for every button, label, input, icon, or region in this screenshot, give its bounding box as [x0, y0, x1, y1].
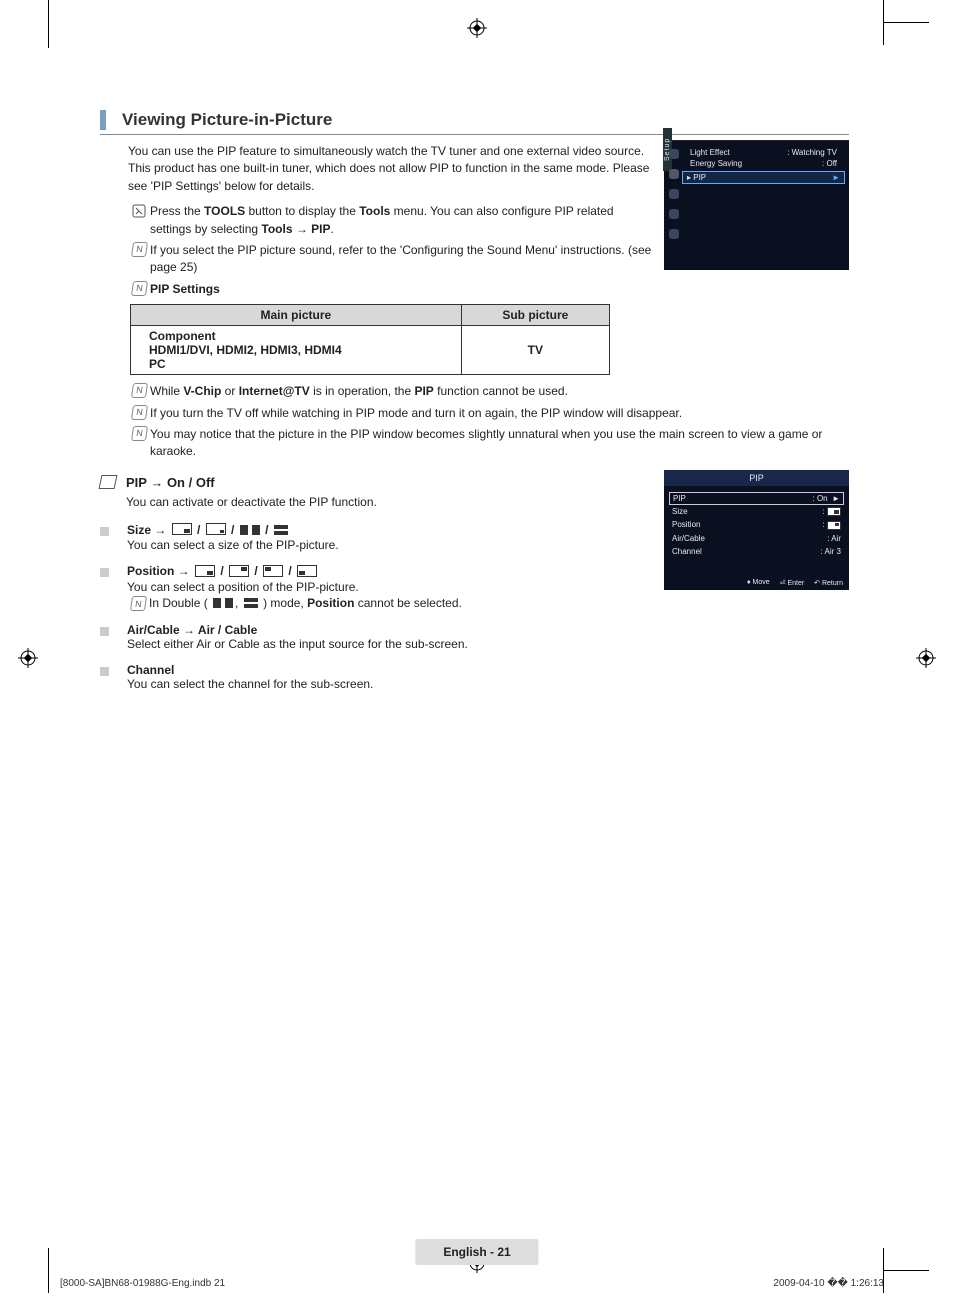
print-timestamp: 2009-04-10 �� 1:26:13	[773, 1278, 884, 1289]
pos-bl-icon	[297, 565, 317, 577]
size-double-v-icon	[244, 598, 258, 608]
osd-pip-title: PIP	[664, 470, 849, 486]
note-icon: N	[130, 383, 147, 398]
checkbox-bullet-icon	[99, 475, 118, 489]
position-body: You can select a position of the PIP-pic…	[127, 580, 462, 594]
osd-row: Channel: Air 3	[672, 545, 841, 558]
reg-mark-left	[16, 646, 40, 670]
tools-note: Press the TOOLS button to display the To…	[128, 203, 658, 238]
pos-tr-icon	[229, 565, 249, 577]
size-double-v-icon	[274, 525, 288, 535]
position-double-note: N In Double ( , ) mode, Position cannot …	[127, 596, 462, 611]
square-bullet-icon	[100, 667, 109, 676]
osd-side-icon	[669, 209, 679, 219]
osd-row: Energy Saving: Off	[686, 158, 841, 169]
pip-settings-heading: N PIP Settings	[128, 281, 658, 298]
square-bullet-icon	[100, 527, 109, 536]
reg-mark-top	[465, 16, 489, 40]
osd-pip-preview: PIP PIP: On ► Size: Position: Air/Cable:…	[664, 470, 849, 590]
size-body: You can select a size of the PIP-picture…	[127, 538, 339, 552]
table-header-sub: Sub picture	[461, 305, 609, 326]
crop-mark	[48, 0, 49, 48]
reg-mark-right	[914, 646, 938, 670]
crop-mark	[884, 1270, 929, 1271]
osd-footer: ♦ Move ⏎ Enter ↶ Return	[664, 576, 849, 590]
osd-row-selected: ▸ PIP►	[682, 171, 845, 184]
osd-row: Position:	[672, 518, 841, 531]
section-title: Viewing Picture-in-Picture	[100, 110, 849, 135]
size-double-h-icon	[213, 598, 233, 608]
aircable-body: Select either Air or Cable as the input …	[127, 637, 468, 651]
note-icon: N	[130, 281, 147, 296]
unnatural-note: N You may notice that the picture in the…	[128, 426, 849, 461]
osd-row-selected: PIP: On ►	[669, 492, 844, 505]
osd-side-icon	[669, 149, 679, 159]
section-title-text: Viewing Picture-in-Picture	[122, 110, 332, 130]
pip-settings-table: Main pictureSub picture Component HDMI1/…	[130, 304, 610, 375]
table-cell-main: Component HDMI1/DVI, HDMI2, HDMI3, HDMI4…	[131, 326, 462, 375]
tools-icon	[132, 203, 147, 218]
print-file: [8000-SA]BN68-01988G-Eng.indb 21	[60, 1278, 225, 1289]
print-footer: [8000-SA]BN68-01988G-Eng.indb 21 2009-04…	[60, 1278, 884, 1289]
channel-heading: Channel You can select the channel for t…	[100, 663, 849, 691]
table-cell-sub: TV	[461, 326, 609, 375]
size-mini-icon	[206, 523, 226, 535]
osd-side-icon	[669, 189, 679, 199]
table-header-main: Main picture	[131, 305, 462, 326]
crop-mark	[48, 1248, 49, 1293]
osd-side-icon	[669, 229, 679, 239]
size-double-h-icon	[240, 525, 260, 535]
note-icon: N	[130, 242, 147, 257]
osd-row: Light Effect: Watching TV	[686, 147, 841, 158]
title-bar-icon	[100, 110, 106, 130]
note-icon: N	[130, 405, 147, 420]
aircable-heading: Air/Cable → Air / Cable Select either Ai…	[100, 623, 849, 651]
pos-br-icon	[195, 565, 215, 577]
note-icon: N	[129, 596, 146, 611]
size-small-icon	[172, 523, 192, 535]
osd-side-icon	[669, 169, 679, 179]
osd-side-icons	[666, 141, 682, 270]
pos-tl-icon	[263, 565, 283, 577]
note-icon: N	[130, 426, 147, 441]
page-content: Setup Light Effect: Watching TV Energy S…	[100, 70, 849, 1225]
arrow-right-icon: ►	[832, 173, 840, 182]
square-bullet-icon	[100, 568, 109, 577]
channel-body: You can select the channel for the sub-s…	[127, 677, 373, 691]
intro-text: You can use the PIP feature to simultane…	[128, 143, 658, 195]
vchip-note: N While V-Chip or Internet@TV is in oper…	[128, 383, 849, 400]
sound-note: N If you select the PIP picture sound, r…	[128, 242, 658, 277]
off-note: N If you turn the TV off while watching …	[128, 405, 849, 422]
crop-mark	[884, 22, 929, 23]
square-bullet-icon	[100, 627, 109, 636]
osd-setup-preview: Setup Light Effect: Watching TV Energy S…	[664, 140, 849, 270]
page-footer: English - 21	[415, 1239, 538, 1265]
osd-row: Size:	[672, 505, 841, 518]
osd-row: Air/Cable: Air	[672, 532, 841, 545]
